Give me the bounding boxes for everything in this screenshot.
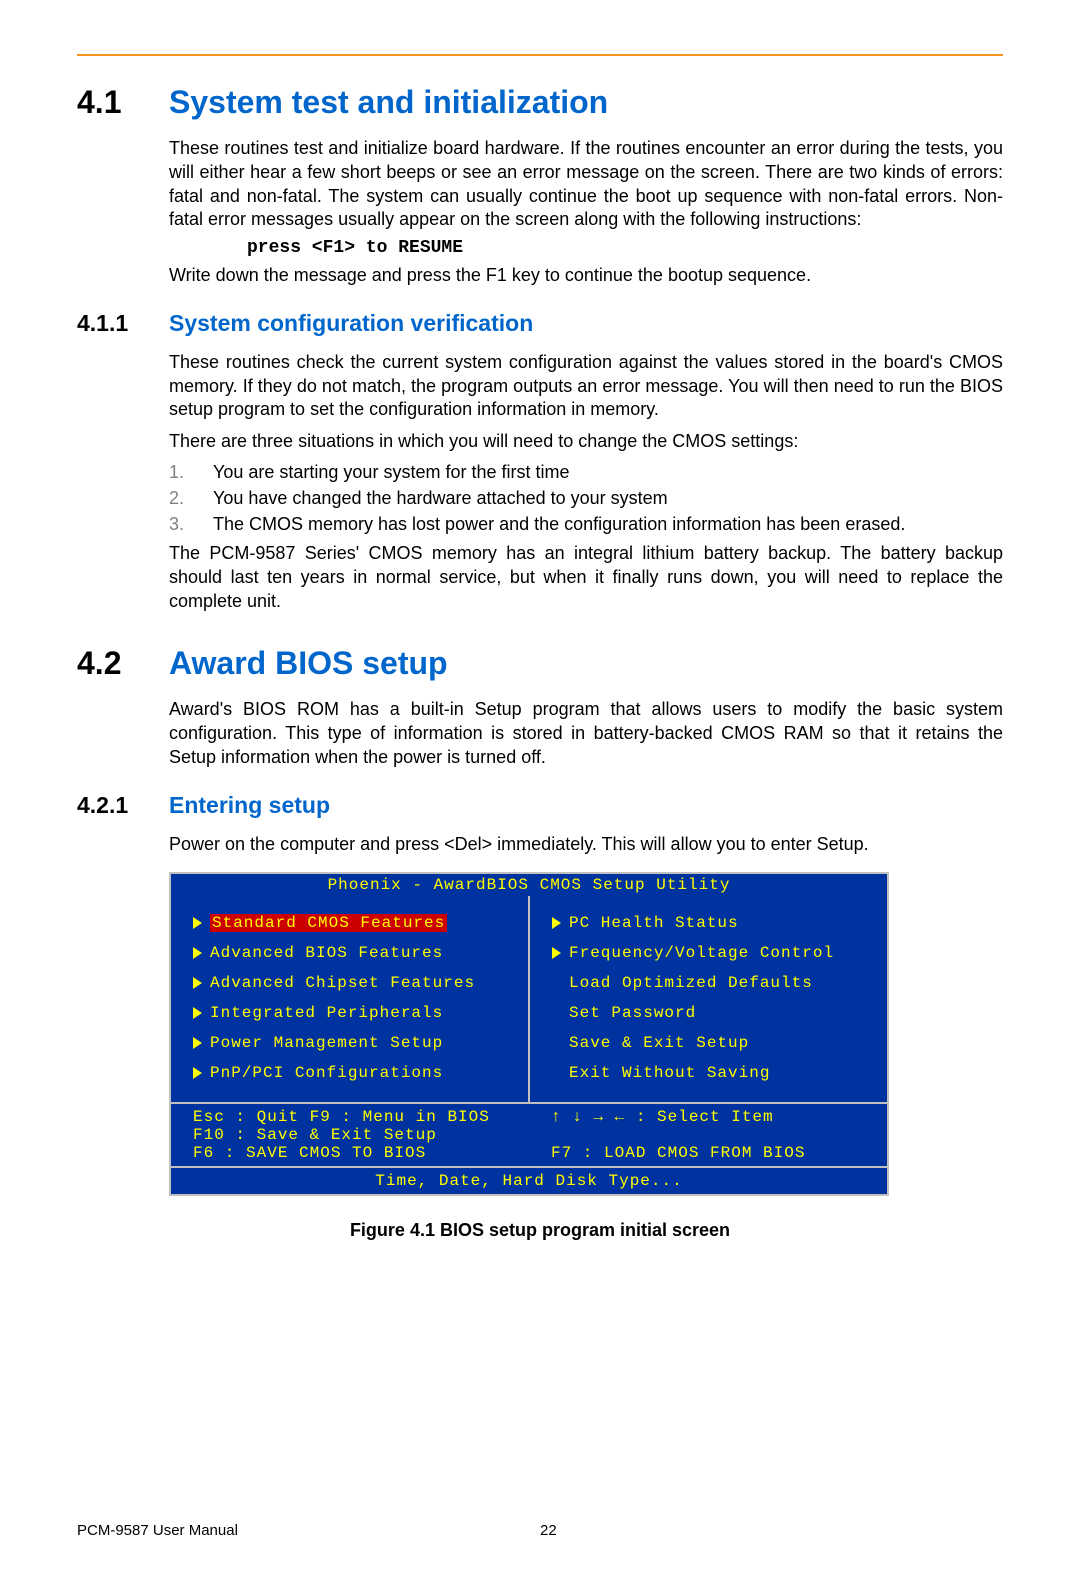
subsection-title: Entering setup xyxy=(169,792,330,819)
bios-item-label: Set Password xyxy=(569,1004,696,1022)
bios-item-label: Load Optimized Defaults xyxy=(569,974,813,992)
bios-menu-integrated-peripherals[interactable]: Integrated Peripherals xyxy=(193,1004,506,1022)
section-title: Award BIOS setup xyxy=(169,645,448,682)
list-number: 3. xyxy=(169,512,213,536)
bios-left-column: Standard CMOS Features Advanced BIOS Fea… xyxy=(171,896,530,1102)
bios-menu-pc-health[interactable]: PC Health Status xyxy=(552,914,865,932)
bios-item-label: Save & Exit Setup xyxy=(569,1034,749,1052)
triangle-right-icon xyxy=(193,1007,202,1019)
list-item: 1. You are starting your system for the … xyxy=(169,460,1003,484)
bios-item-label: Frequency/Voltage Control xyxy=(569,944,834,962)
list-number: 2. xyxy=(169,486,213,510)
bios-menu-pnp-pci[interactable]: PnP/PCI Configurations xyxy=(193,1064,506,1082)
bios-menu-save-exit[interactable]: Save & Exit Setup xyxy=(552,1034,865,1052)
section-number: 4.1 xyxy=(77,84,169,121)
list-text: You have changed the hardware attached t… xyxy=(213,486,1003,510)
list-number: 1. xyxy=(169,460,213,484)
bios-menu-frequency-voltage[interactable]: Frequency/Voltage Control xyxy=(552,944,865,962)
bios-key-legend-right: ↑ ↓ → ← : Select Item F7 : LOAD CMOS FRO… xyxy=(529,1104,887,1166)
bios-selected-item: Standard CMOS Features xyxy=(210,914,447,932)
section-title: System test and initialization xyxy=(169,84,608,121)
bios-item-label: Exit Without Saving xyxy=(569,1064,770,1082)
footer-page-number: 22 xyxy=(540,1522,1003,1539)
code-instruction: press <F1> to RESUME xyxy=(247,238,1003,258)
subsection-number: 4.1.1 xyxy=(77,310,169,337)
bios-key-hint: F7 : LOAD CMOS FROM BIOS xyxy=(551,1144,865,1162)
bios-menu-advanced-chipset[interactable]: Advanced Chipset Features xyxy=(193,974,506,992)
bios-key-legend-left: Esc : Quit F9 : Menu in BIOS F10 : Save … xyxy=(171,1104,529,1166)
bios-item-label: Advanced Chipset Features xyxy=(210,974,475,992)
triangle-right-icon xyxy=(552,947,561,959)
list-text: You are starting your system for the fir… xyxy=(213,460,1003,484)
bios-main-area: Standard CMOS Features Advanced BIOS Fea… xyxy=(171,896,887,1102)
bios-menu-exit-without-saving[interactable]: Exit Without Saving xyxy=(552,1064,865,1082)
bios-key-hint: ↑ ↓ → ← : Select Item xyxy=(551,1108,865,1126)
bios-menu-set-password[interactable]: Set Password xyxy=(552,1004,865,1022)
subsection-title: System configuration verification xyxy=(169,310,533,337)
bios-menu-standard-cmos[interactable]: Standard CMOS Features xyxy=(193,914,506,932)
list-item: 3. The CMOS memory has lost power and th… xyxy=(169,512,1003,536)
bios-item-label: Integrated Peripherals xyxy=(210,1004,443,1022)
bios-item-label: PC Health Status xyxy=(569,914,739,932)
bios-menu-advanced-bios[interactable]: Advanced BIOS Features xyxy=(193,944,506,962)
bios-item-label: Advanced BIOS Features xyxy=(210,944,443,962)
page-content: 4.1 System test and initialization These… xyxy=(0,56,1080,1241)
triangle-right-icon xyxy=(193,947,202,959)
list-text: The CMOS memory has lost power and the c… xyxy=(213,512,1003,536)
subsection-number: 4.2.1 xyxy=(77,792,169,819)
list-item: 2. You have changed the hardware attache… xyxy=(169,486,1003,510)
section-4-1-heading: 4.1 System test and initialization xyxy=(77,84,1003,121)
bios-key-hint: F6 : SAVE CMOS TO BIOS xyxy=(193,1144,507,1162)
triangle-right-icon xyxy=(193,977,202,989)
bios-status-bar: Time, Date, Hard Disk Type... xyxy=(171,1166,887,1194)
bios-item-label: PnP/PCI Configurations xyxy=(210,1064,443,1082)
bios-menu-load-defaults[interactable]: Load Optimized Defaults xyxy=(552,974,865,992)
bios-key-hint xyxy=(551,1126,865,1144)
section-4-2-heading: 4.2 Award BIOS setup xyxy=(77,645,1003,682)
triangle-right-icon xyxy=(193,1037,202,1049)
page-footer: PCM-9587 User Manual 22 xyxy=(77,1522,1003,1539)
bios-key-legend: Esc : Quit F9 : Menu in BIOS F10 : Save … xyxy=(171,1102,887,1166)
figure-caption: Figure 4.1 BIOS setup program initial sc… xyxy=(77,1220,1003,1241)
section-number: 4.2 xyxy=(77,645,169,682)
paragraph: These routines test and initialize board… xyxy=(169,137,1003,232)
paragraph: Power on the computer and press <Del> im… xyxy=(169,833,1003,857)
paragraph: Write down the message and press the F1 … xyxy=(169,264,1003,288)
paragraph: Award's BIOS ROM has a built-in Setup pr… xyxy=(169,698,1003,769)
triangle-right-icon xyxy=(193,1067,202,1079)
bios-screenshot: Phoenix - AwardBIOS CMOS Setup Utility S… xyxy=(169,872,889,1196)
footer-manual-name: PCM-9587 User Manual xyxy=(77,1522,540,1539)
bios-titlebar: Phoenix - AwardBIOS CMOS Setup Utility xyxy=(171,874,887,896)
section-4-2-1-heading: 4.2.1 Entering setup xyxy=(77,792,1003,819)
numbered-list: 1. You are starting your system for the … xyxy=(169,460,1003,536)
triangle-right-icon xyxy=(552,917,561,929)
triangle-right-icon xyxy=(193,917,202,929)
paragraph: The PCM-9587 Series' CMOS memory has an … xyxy=(169,542,1003,613)
paragraph: There are three situations in which you … xyxy=(169,430,1003,454)
paragraph: These routines check the current system … xyxy=(169,351,1003,422)
bios-menu-power-management[interactable]: Power Management Setup xyxy=(193,1034,506,1052)
section-4-1-1-heading: 4.1.1 System configuration verification xyxy=(77,310,1003,337)
bios-key-hint: F10 : Save & Exit Setup xyxy=(193,1126,507,1144)
bios-item-label: Power Management Setup xyxy=(210,1034,443,1052)
bios-key-hint: Esc : Quit F9 : Menu in BIOS xyxy=(193,1108,507,1126)
bios-right-column: PC Health Status Frequency/Voltage Contr… xyxy=(530,896,887,1102)
